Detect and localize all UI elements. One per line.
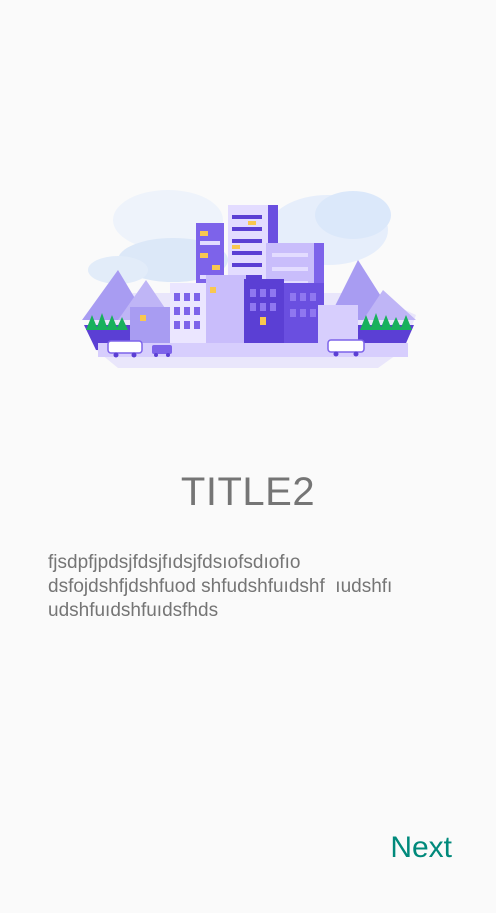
city-skyline-illustration	[82, 190, 416, 368]
onboarding-title: TITLE2	[180, 470, 316, 514]
description-line: dsfojdshfjdshfuod shfudshfuıdshf ıudshfı	[48, 576, 393, 597]
description-line: udshfuıdshfuıdsfhds	[48, 600, 219, 621]
next-button[interactable]: Next	[390, 827, 452, 869]
onboarding-description: fjsdpfjpdsjfdsjfıdsjfdsıofsdıofıo dsfojd…	[48, 551, 448, 623]
description-line: fjsdpfjpdsjfdsjfıdsjfdsıofsdıofıo	[48, 552, 301, 573]
